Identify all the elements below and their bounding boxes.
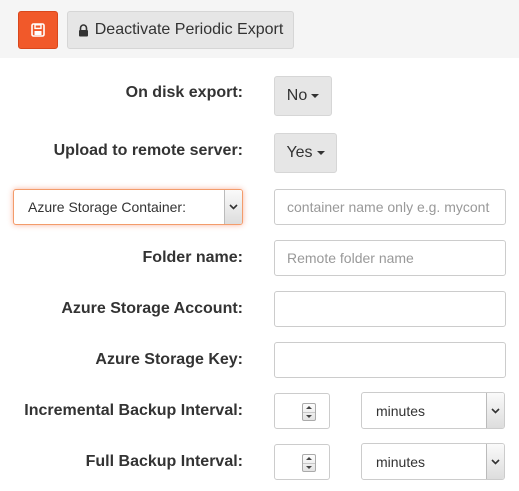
azure-account-input[interactable]: [274, 291, 506, 327]
spinner-buttons[interactable]: [302, 454, 316, 472]
incremental-interval-number[interactable]: [274, 393, 330, 429]
storage-type-selected: Azure Storage Container:: [28, 199, 186, 215]
azure-key-input[interactable]: [274, 342, 506, 378]
spinner-buttons[interactable]: [302, 403, 316, 421]
upload-remote-dropdown[interactable]: Yes: [274, 133, 337, 173]
azure-account-label: Azure Storage Account:: [61, 300, 243, 317]
incremental-interval-unit: minutes: [376, 402, 426, 419]
folder-name-label: Folder name:: [142, 249, 243, 266]
on-disk-export-dropdown[interactable]: No: [274, 76, 332, 116]
container-name-input[interactable]: [274, 189, 506, 225]
increment-icon[interactable]: [303, 455, 315, 463]
decrement-icon[interactable]: [303, 411, 315, 421]
full-interval-unit-select[interactable]: minutes: [361, 443, 505, 480]
toolbar: Deactivate Periodic Export: [0, 0, 519, 58]
full-interval-number[interactable]: [274, 444, 330, 480]
on-disk-export-label: On disk export:: [125, 84, 243, 101]
upload-remote-value: Yes: [286, 144, 313, 161]
full-interval-label: Full Backup Interval:: [85, 453, 243, 470]
increment-icon[interactable]: [303, 404, 315, 412]
floppy-disk-icon: [31, 23, 45, 37]
folder-name-input[interactable]: [274, 240, 506, 276]
full-interval-unit: minutes: [376, 453, 426, 470]
caret-down-icon: [316, 151, 325, 155]
incremental-interval-label: Incremental Backup Interval:: [24, 402, 243, 419]
on-disk-export-value: No: [286, 87, 308, 104]
lock-icon: [78, 23, 89, 37]
storage-type-select[interactable]: Azure Storage Container:: [13, 189, 243, 225]
incremental-interval-unit-select[interactable]: minutes: [361, 392, 505, 429]
upload-remote-label: Upload to remote server:: [53, 142, 243, 159]
deactivate-periodic-export-button[interactable]: Deactivate Periodic Export: [67, 11, 294, 49]
save-button[interactable]: [18, 11, 58, 49]
chevron-down-icon: [486, 444, 504, 479]
deactivate-label: Deactivate Periodic Export: [94, 21, 284, 38]
caret-down-icon: [311, 94, 320, 98]
azure-key-label: Azure Storage Key:: [95, 351, 243, 368]
chevron-down-icon: [486, 393, 504, 428]
chevron-down-icon: [224, 190, 242, 224]
decrement-icon[interactable]: [303, 462, 315, 472]
